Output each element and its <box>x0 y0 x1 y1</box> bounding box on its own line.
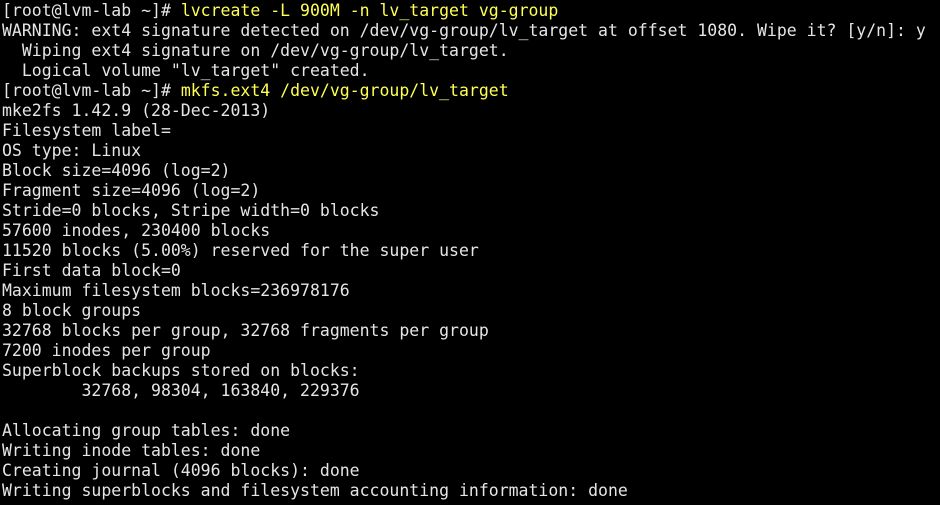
output-line: Allocating group tables: done <box>2 421 291 440</box>
output-line: 57600 inodes, 230400 blocks <box>2 221 271 240</box>
output-line: 8 block groups <box>2 301 142 320</box>
prompt-line: [root@lvm-lab ~]# mkfs.ext4 /dev/vg-grou… <box>2 81 940 101</box>
output-line: 11520 blocks (5.00%) reserved for the su… <box>2 241 479 260</box>
output-line: Writing superblocks and filesystem accou… <box>2 481 628 500</box>
output-line: Writing inode tables: done <box>2 441 261 460</box>
command-text: lvcreate -L 900M -n lv_target vg-group <box>180 1 559 20</box>
output-line: Stride=0 blocks, Stripe width=0 blocks <box>2 201 380 220</box>
prompt-line: [root@lvm-lab ~]# lvcreate -L 900M -n lv… <box>2 1 940 21</box>
shell-prompt: [root@lvm-lab ~]# <box>2 81 181 100</box>
output-line: Wiping ext4 signature on /dev/vg-group/l… <box>2 41 509 60</box>
output-line: 32768, 98304, 163840, 229376 <box>2 381 360 400</box>
output-line: Fragment size=4096 (log=2) <box>2 181 261 200</box>
output-line: 32768 blocks per group, 32768 fragments … <box>2 321 489 340</box>
output-line: Filesystem label= <box>2 121 171 140</box>
output-line: mke2fs 1.42.9 (28-Dec-2013) <box>2 101 271 120</box>
terminal-window[interactable]: [root@lvm-lab ~]# lvcreate -L 900M -n lv… <box>0 0 940 505</box>
command-text: mkfs.ext4 /dev/vg-group/lv_target <box>180 81 509 100</box>
output-line: OS type: Linux <box>2 141 142 160</box>
output-line: WARNING: ext4 signature detected on /dev… <box>2 21 926 40</box>
output-line: Logical volume "lv_target" created. <box>2 61 370 80</box>
output-line: Superblock backups stored on blocks: <box>2 361 360 380</box>
shell-prompt: [root@lvm-lab ~]# <box>2 1 181 20</box>
output-line: First data block=0 <box>2 261 181 280</box>
output-line: Maximum filesystem blocks=236978176 <box>2 281 350 300</box>
output-line: Block size=4096 (log=2) <box>2 161 231 180</box>
output-line: 7200 inodes per group <box>2 341 211 360</box>
output-line: Creating journal (4096 blocks): done <box>2 461 360 480</box>
